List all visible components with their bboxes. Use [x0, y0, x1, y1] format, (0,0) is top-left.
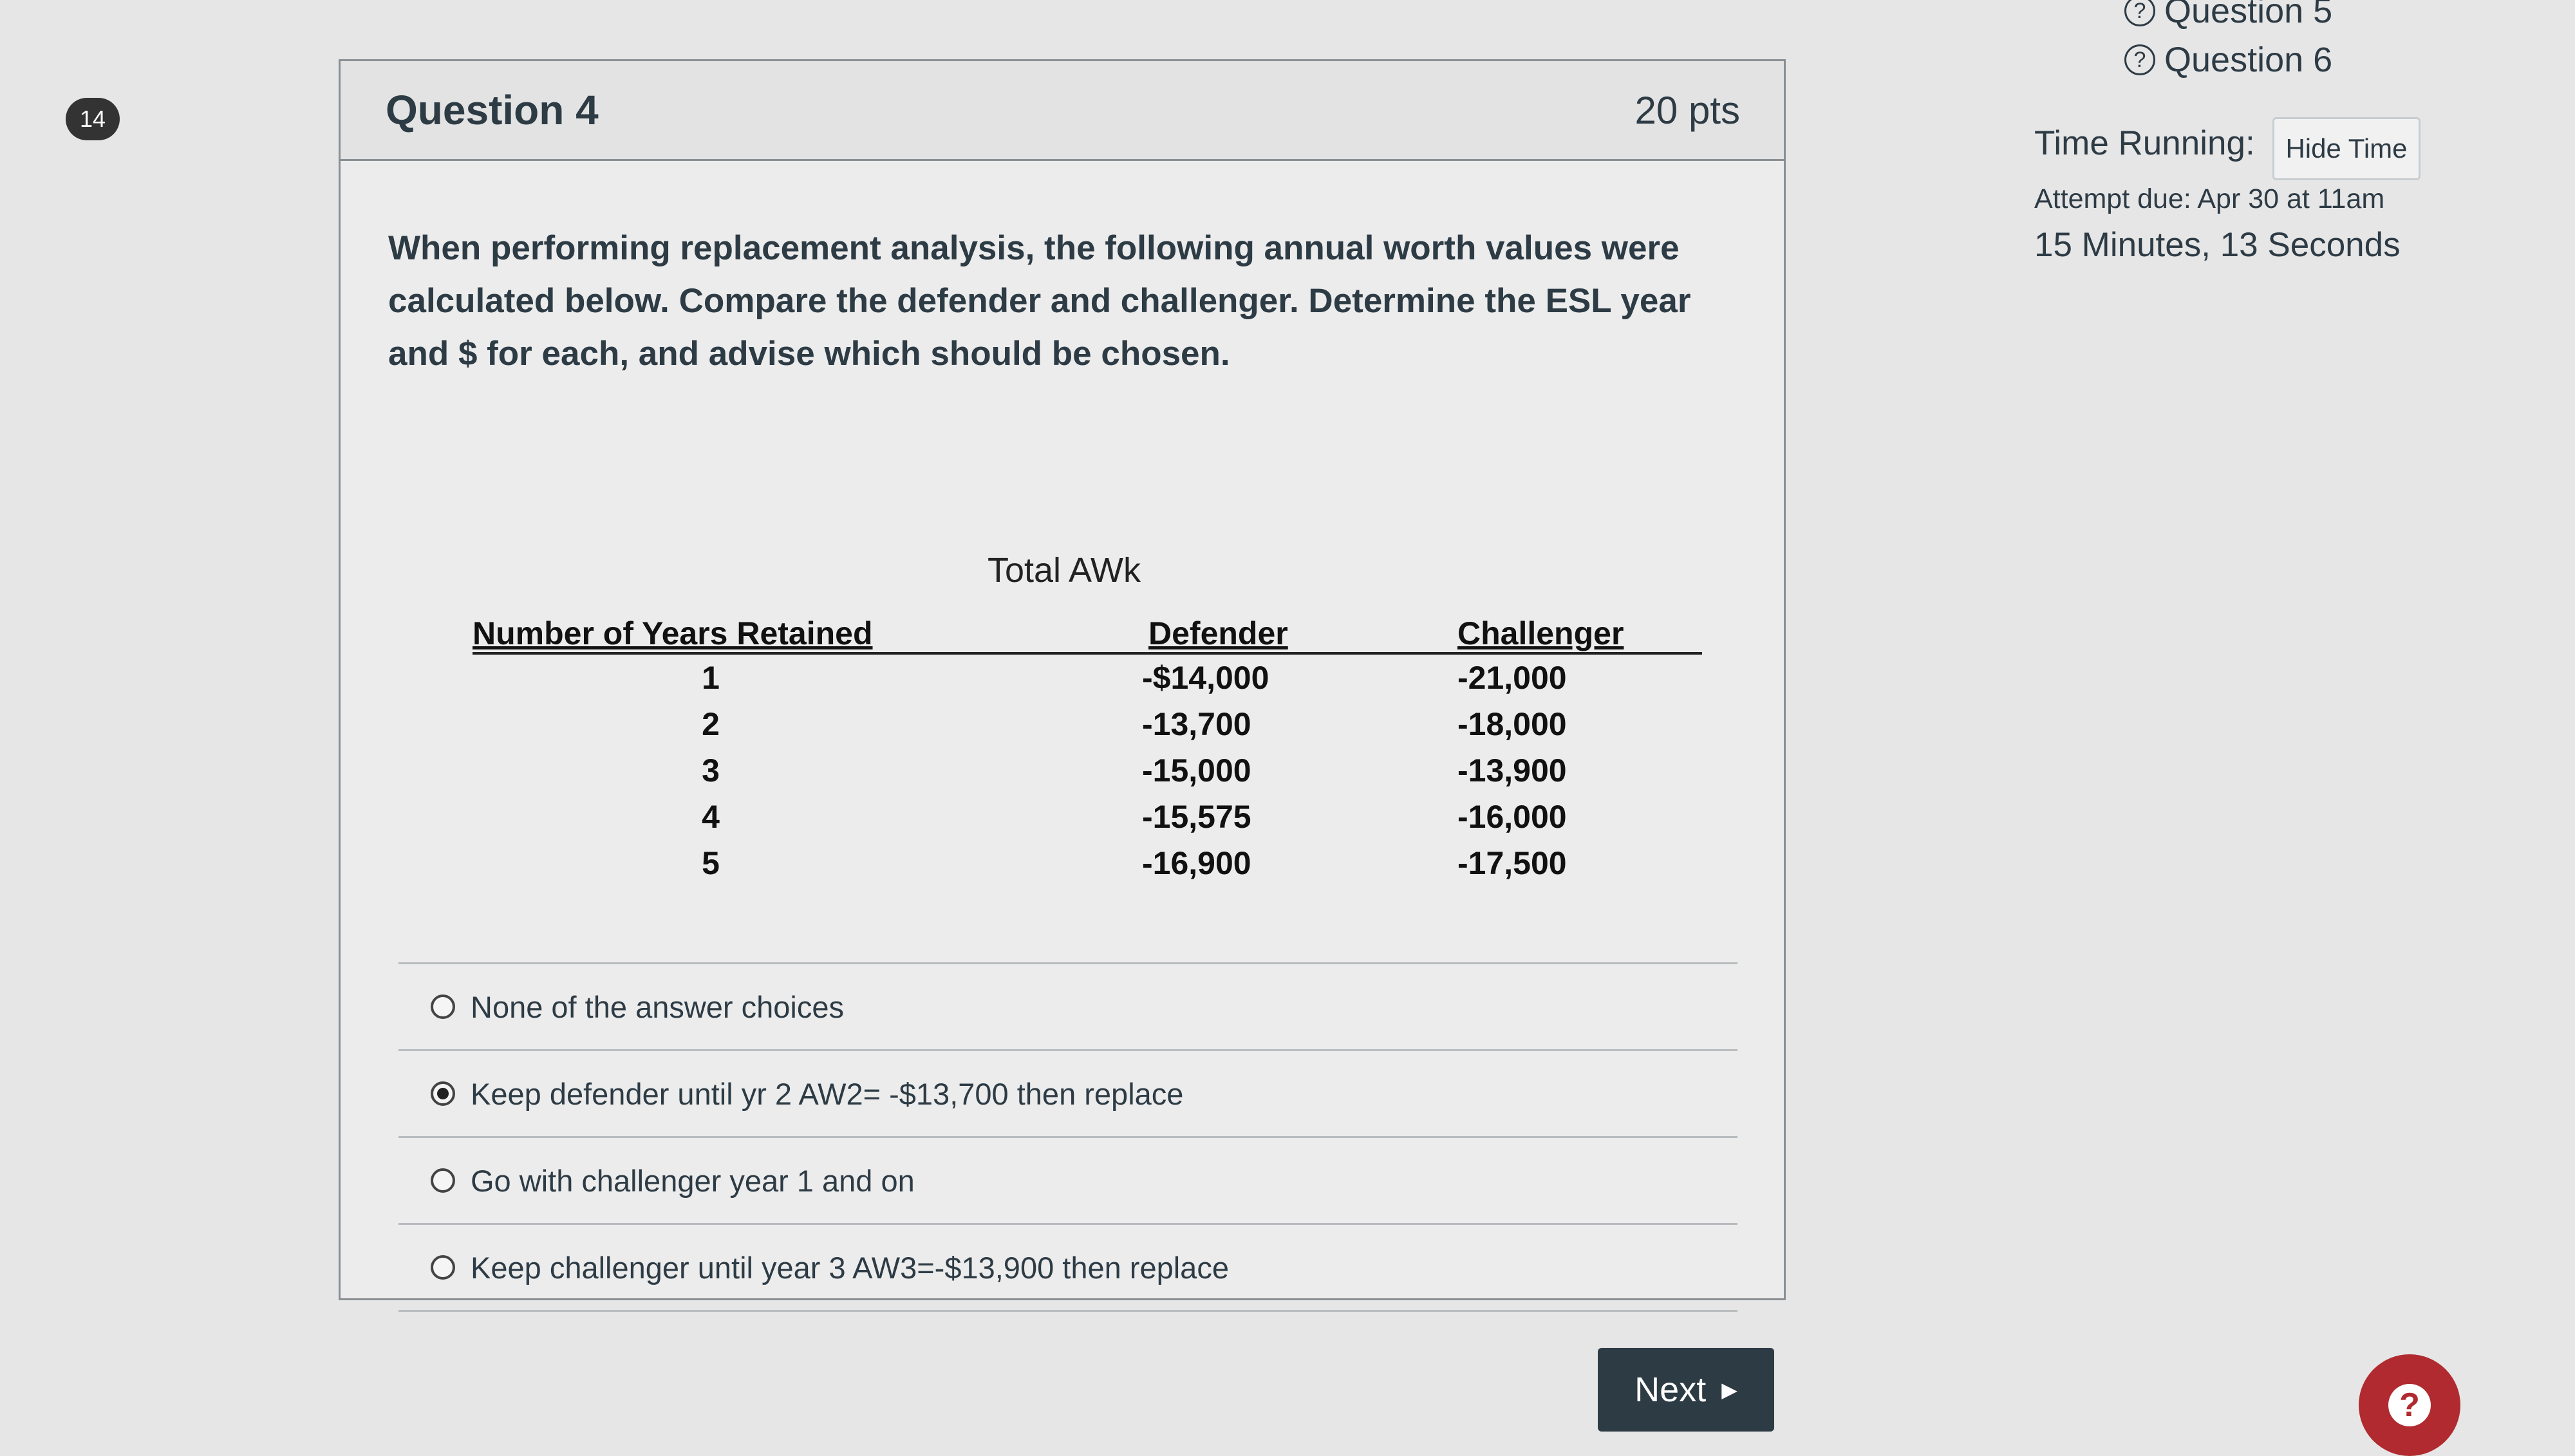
answer-option-2[interactable]: Keep defender until yr 2 AW2= -$13,700 t… [398, 1051, 1737, 1138]
question-link-label: Question 6 [2164, 41, 2333, 79]
cell-challenger: -16,000 [1457, 799, 1567, 835]
radio-button[interactable] [431, 994, 455, 1019]
timer-display: 15 Minutes, 13 Seconds [2034, 226, 2401, 264]
cell-challenger: -13,900 [1457, 752, 1567, 789]
radio-button[interactable] [431, 1255, 455, 1280]
cell-defender: -16,900 [1142, 845, 1251, 881]
answer-label: Keep defender until yr 2 AW2= -$13,700 t… [471, 1076, 1184, 1111]
table-header-row: Number of Years Retained Defender Challe… [473, 608, 1702, 655]
cell-year: 5 [702, 845, 720, 881]
answer-option-4[interactable]: Keep challenger until year 3 AW3=-$13,90… [398, 1225, 1737, 1312]
answer-option-1[interactable]: None of the answer choices [398, 964, 1737, 1051]
table-title: Total AWk [987, 551, 1141, 590]
time-running-label: Time Running: [2034, 124, 2255, 162]
header-challenger: Challenger [1457, 615, 1624, 651]
table-row: 5 -16,900 -17,500 [473, 840, 1702, 886]
question-mark-icon: ? [2124, 44, 2155, 75]
table-row: 4 -15,575 -16,000 [473, 794, 1702, 840]
question-title: Question 4 [386, 87, 599, 133]
cell-year: 1 [702, 660, 720, 696]
question-card: Question 4 20 pts When performing replac… [339, 59, 1786, 1312]
header-years: Number of Years Retained [473, 615, 873, 651]
question-link-6[interactable]: ? Question 6 [2124, 40, 2332, 80]
question-points: 20 pts [1634, 88, 1740, 132]
answer-label: Keep challenger until year 3 AW3=-$13,90… [471, 1250, 1229, 1285]
cell-year: 4 [702, 799, 720, 835]
next-button[interactable]: Next ▶ [1598, 1348, 1774, 1432]
table-row: 3 -15,000 -13,900 [473, 747, 1702, 794]
help-button[interactable]: ? [2359, 1354, 2460, 1456]
answer-option-3[interactable]: Go with challenger year 1 and on [398, 1138, 1737, 1225]
cell-year: 3 [702, 752, 720, 789]
cell-defender: -13,700 [1142, 706, 1251, 742]
answer-label: Go with challenger year 1 and on [471, 1163, 915, 1198]
cell-year: 2 [702, 706, 720, 742]
radio-button[interactable] [431, 1168, 455, 1193]
cell-defender: -15,000 [1142, 752, 1251, 789]
cell-defender: -15,575 [1142, 799, 1251, 835]
question-mark-icon: ? [2124, 0, 2155, 26]
attempt-due: Attempt due: Apr 30 at 11am [2034, 183, 2385, 214]
next-label: Next [1634, 1370, 1707, 1409]
aw-table: Number of Years Retained Defender Challe… [473, 608, 1702, 886]
table-row: 2 -13,700 -18,000 [473, 701, 1702, 747]
question-header: Question 4 20 pts [341, 61, 1784, 161]
table-row: 1 -$14,000 -21,000 [473, 655, 1702, 701]
cell-defender: -$14,000 [1142, 660, 1269, 696]
question-link-label: Question 5 [2164, 0, 2333, 30]
answer-list: None of the answer choices Keep defender… [398, 962, 1737, 1312]
question-number-badge: 14 [66, 98, 120, 140]
radio-button-selected[interactable] [431, 1081, 455, 1106]
hide-time-button[interactable]: Hide Time [2272, 117, 2420, 180]
cell-challenger: -18,000 [1457, 706, 1567, 742]
question-link-5[interactable]: ? Question 5 [2124, 0, 2332, 31]
answer-label: None of the answer choices [471, 989, 844, 1024]
header-defender: Defender [1148, 615, 1288, 651]
question-text: When performing replacement analysis, th… [388, 229, 1691, 373]
play-arrow-icon: ▶ [1721, 1378, 1737, 1401]
cell-challenger: -21,000 [1457, 660, 1567, 696]
help-icon: ? [2388, 1384, 2431, 1426]
cell-challenger: -17,500 [1457, 845, 1567, 881]
